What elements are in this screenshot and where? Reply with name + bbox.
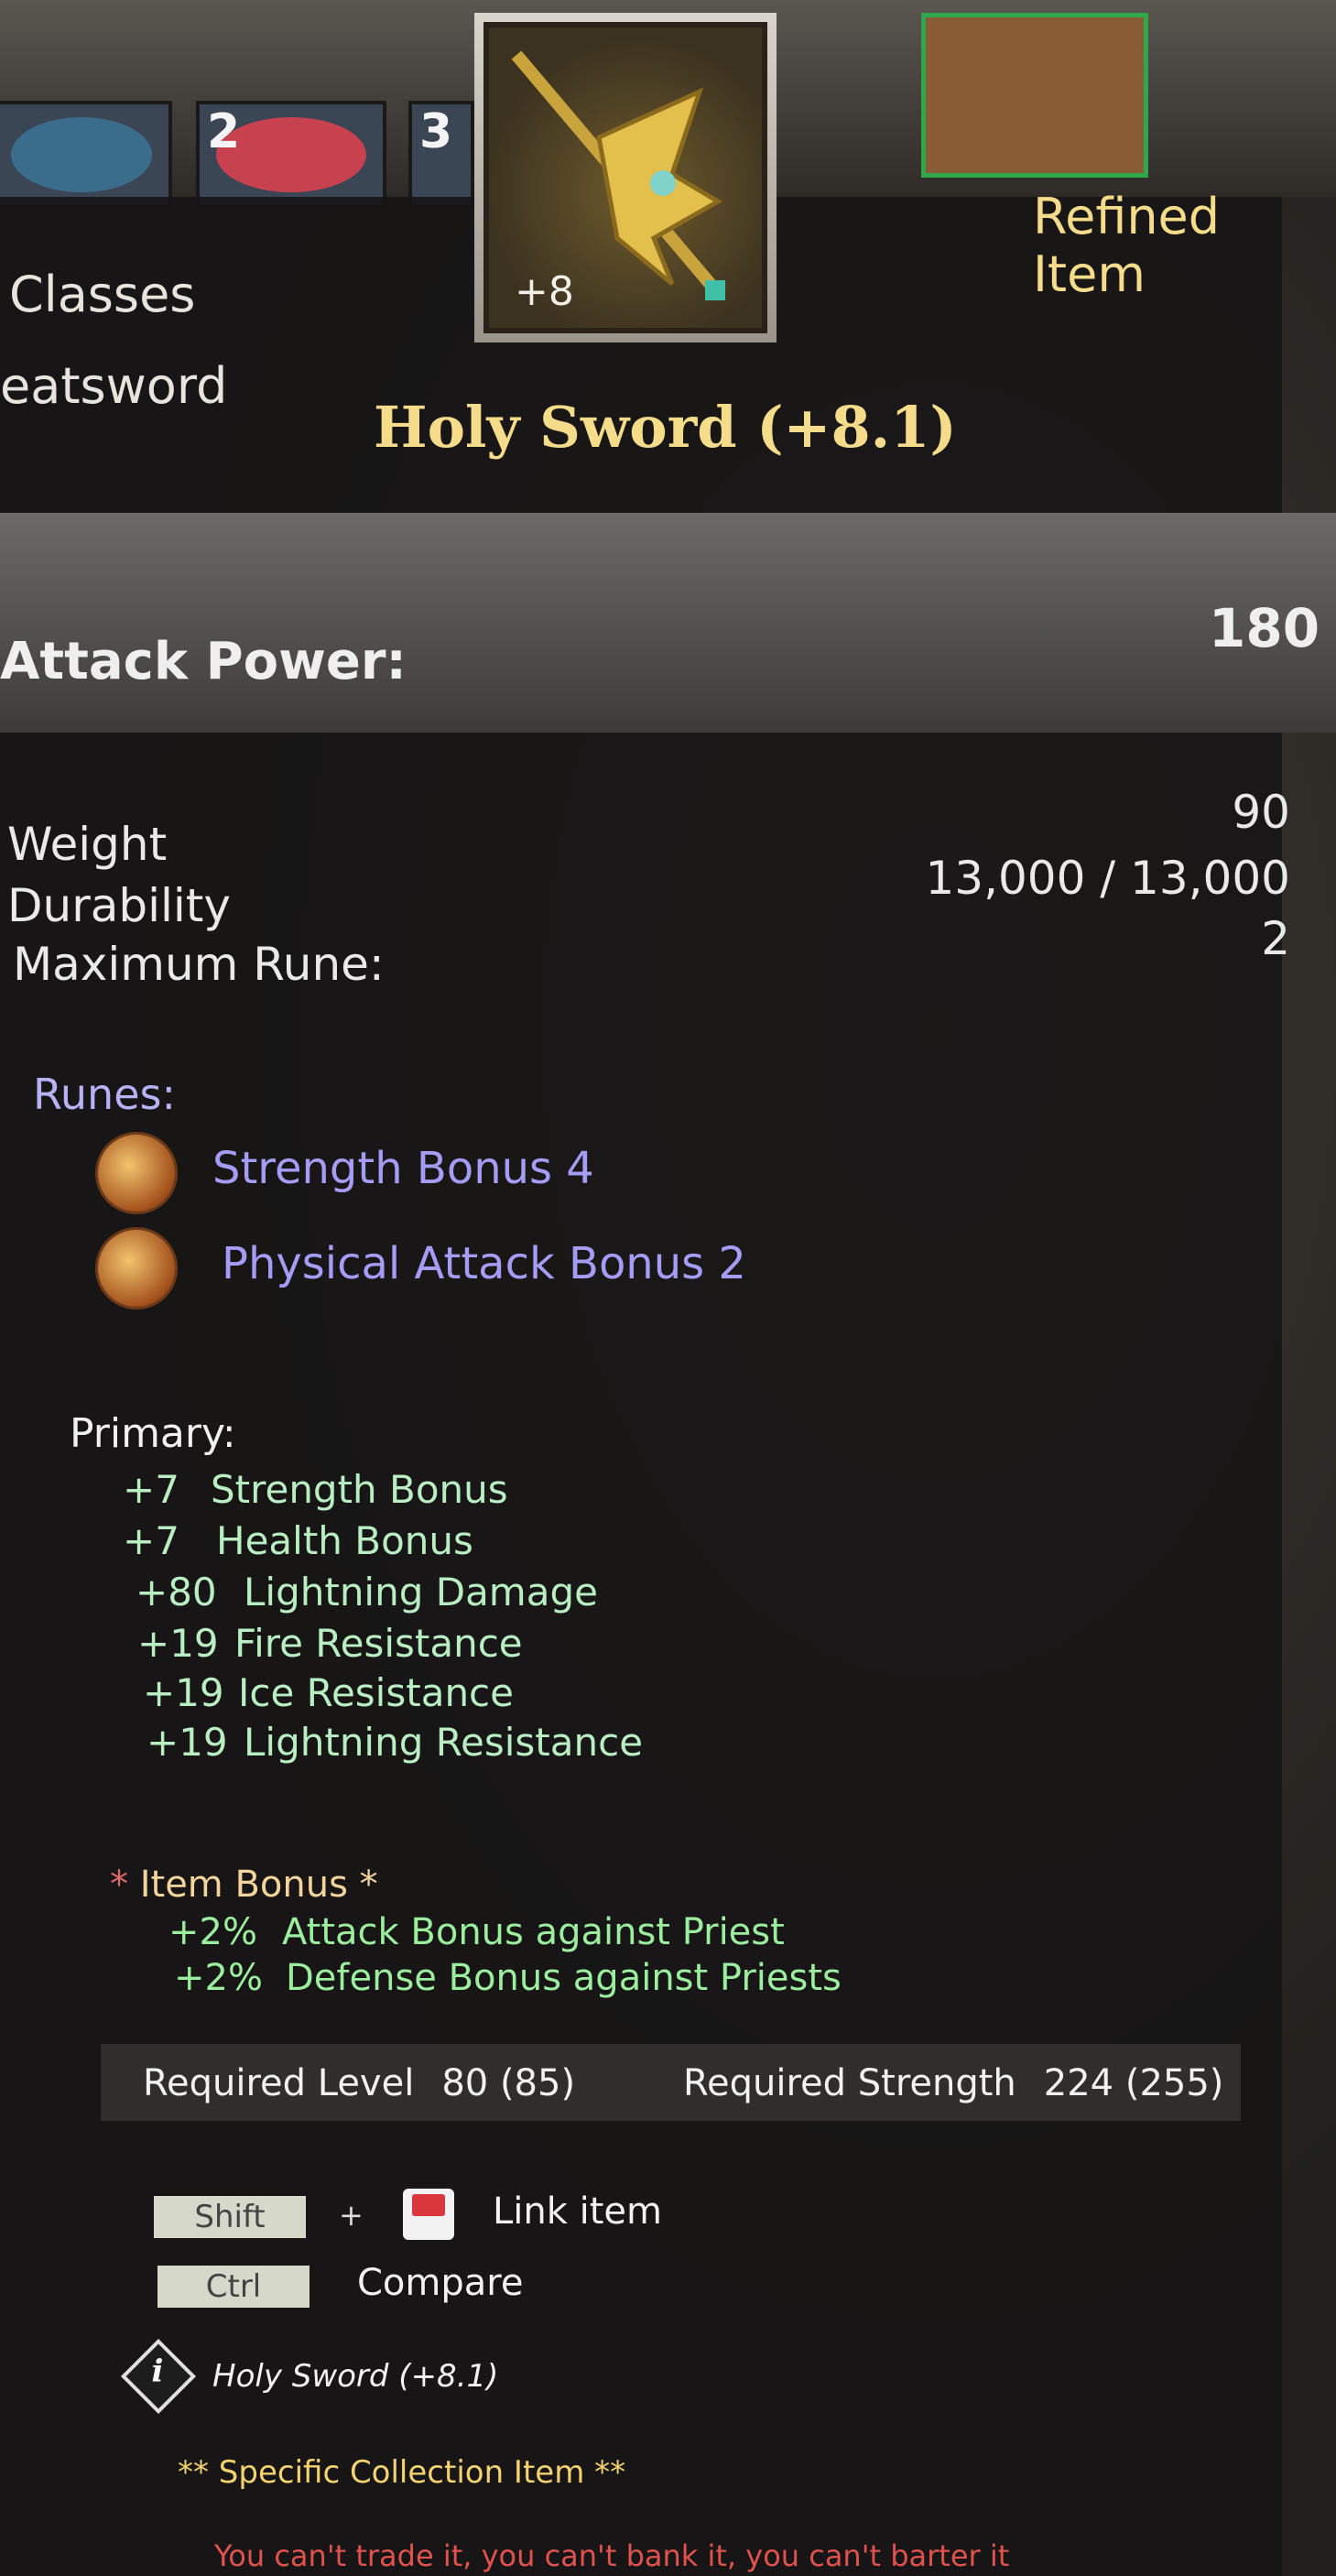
class-value: eatsword	[0, 357, 228, 415]
primary-stat-name: Lightning Resistance	[244, 1720, 644, 1765]
item-icon-frame: +8	[474, 13, 777, 342]
rune-name: Physical Attack Bonus 2	[222, 1238, 746, 1289]
link-item-icon	[403, 2189, 454, 2240]
primary-stat-name: Fire Resistance	[234, 1621, 523, 1666]
inventory-slot-selected[interactable]	[921, 13, 1148, 178]
attack-power-value: 180	[1209, 597, 1320, 659]
classes-label: Classes	[9, 266, 196, 323]
required-strength: Required Strength 224 (255)	[683, 2062, 1223, 2104]
attack-rune-icon	[95, 1227, 178, 1310]
item-bonus-label: Item Bonus	[139, 1864, 348, 1906]
required-level-label: Required Level	[143, 2062, 415, 2104]
bonus-star-right: *	[359, 1864, 378, 1906]
primary-stat-name: Strength Bonus	[211, 1467, 508, 1512]
item-bonus-row: +2% Defense Bonus against Priests	[174, 1957, 842, 1999]
primary-stat-value: +19	[137, 1621, 219, 1666]
durability-value: 13,000 / 13,000	[925, 852, 1290, 905]
inventory-slot-1[interactable]	[0, 101, 172, 209]
inventory-slot-3[interactable]: 3	[408, 101, 474, 209]
collection-label: ** Specific Collection Item **	[178, 2454, 626, 2491]
bonus-name: Attack Bonus against Priest	[282, 1911, 785, 1953]
primary-stat-row: +7 Strength Bonus	[123, 1467, 508, 1512]
primary-stat-row: +7 Health Bonus	[123, 1518, 473, 1563]
primary-stat-name: Health Bonus	[216, 1518, 473, 1563]
weight-label: Weight	[7, 818, 168, 871]
slot-1-item-icon	[11, 117, 152, 192]
inventory-slot-2[interactable]: 2	[196, 101, 386, 209]
shift-key: Shift	[154, 2196, 306, 2238]
max-rune-label: Maximum Rune:	[13, 938, 385, 991]
plus-sign: +	[339, 2198, 364, 2233]
max-rune-value: 2	[1261, 912, 1290, 965]
primary-stat-name: Lightning Damage	[244, 1570, 598, 1614]
bonus-name: Defense Bonus against Priests	[286, 1957, 842, 1999]
link-item-label[interactable]: Link item	[493, 2190, 662, 2233]
primary-stat-row: +19 Ice Resistance	[143, 1670, 514, 1715]
item-bonus-row: +2% Attack Bonus against Priest	[168, 1911, 785, 1953]
attack-power-label: Attack Power:	[0, 632, 407, 691]
info-glyph: i	[151, 2353, 164, 2390]
primary-stat-value: +19	[143, 1670, 224, 1715]
bonus-value: +2%	[174, 1957, 263, 1999]
slot-3-number: 3	[419, 104, 453, 159]
trade-restriction-warning: You can't trade it, you can't bank it, y…	[214, 2538, 1010, 2573]
runes-title: Runes:	[33, 1070, 176, 1119]
item-name-title: Holy Sword (+8.1)	[374, 394, 957, 461]
primary-stat-row: +19 Fire Resistance	[137, 1621, 523, 1666]
required-strength-label: Required Strength	[683, 2062, 1016, 2104]
bonus-star-left: *	[110, 1864, 128, 1906]
required-level-value: 80 (85)	[441, 2062, 576, 2104]
item-bonus-title: * Item Bonus *	[110, 1864, 378, 1906]
item-tier-label: Refined Item	[1033, 188, 1221, 303]
attack-power-bar	[0, 513, 1336, 733]
primary-stat-name: Ice Resistance	[238, 1670, 514, 1715]
enhancement-badge: +8	[515, 268, 574, 315]
primary-stat-value: +7	[123, 1467, 179, 1512]
compare-label[interactable]: Compare	[357, 2262, 523, 2304]
primary-stat-value: +19	[147, 1720, 228, 1765]
bonus-value: +2%	[168, 1911, 257, 1953]
rune-name: Strength Bonus 4	[212, 1143, 594, 1194]
info-item-name: Holy Sword (+8.1)	[212, 2358, 499, 2395]
requirements-bar: Required Level 80 (85) Required Strength 2…	[101, 2044, 1241, 2121]
strength-rune-icon	[95, 1132, 178, 1214]
ctrl-key: Ctrl	[157, 2266, 310, 2308]
weight-value: 90	[1232, 786, 1290, 839]
required-strength-value: 224 (255)	[1043, 2062, 1224, 2104]
primary-stat-value: +7	[123, 1518, 179, 1563]
durability-label: Durability	[7, 879, 231, 932]
primary-stat-row: +80 Lightning Damage	[136, 1570, 598, 1614]
primary-title: Primary:	[70, 1410, 236, 1457]
required-level: Required Level 80 (85)	[143, 2062, 575, 2104]
slot-2-number: 2	[207, 104, 241, 159]
primary-stat-row: +19 Lightning Resistance	[147, 1720, 643, 1765]
primary-stat-value: +80	[136, 1570, 217, 1614]
